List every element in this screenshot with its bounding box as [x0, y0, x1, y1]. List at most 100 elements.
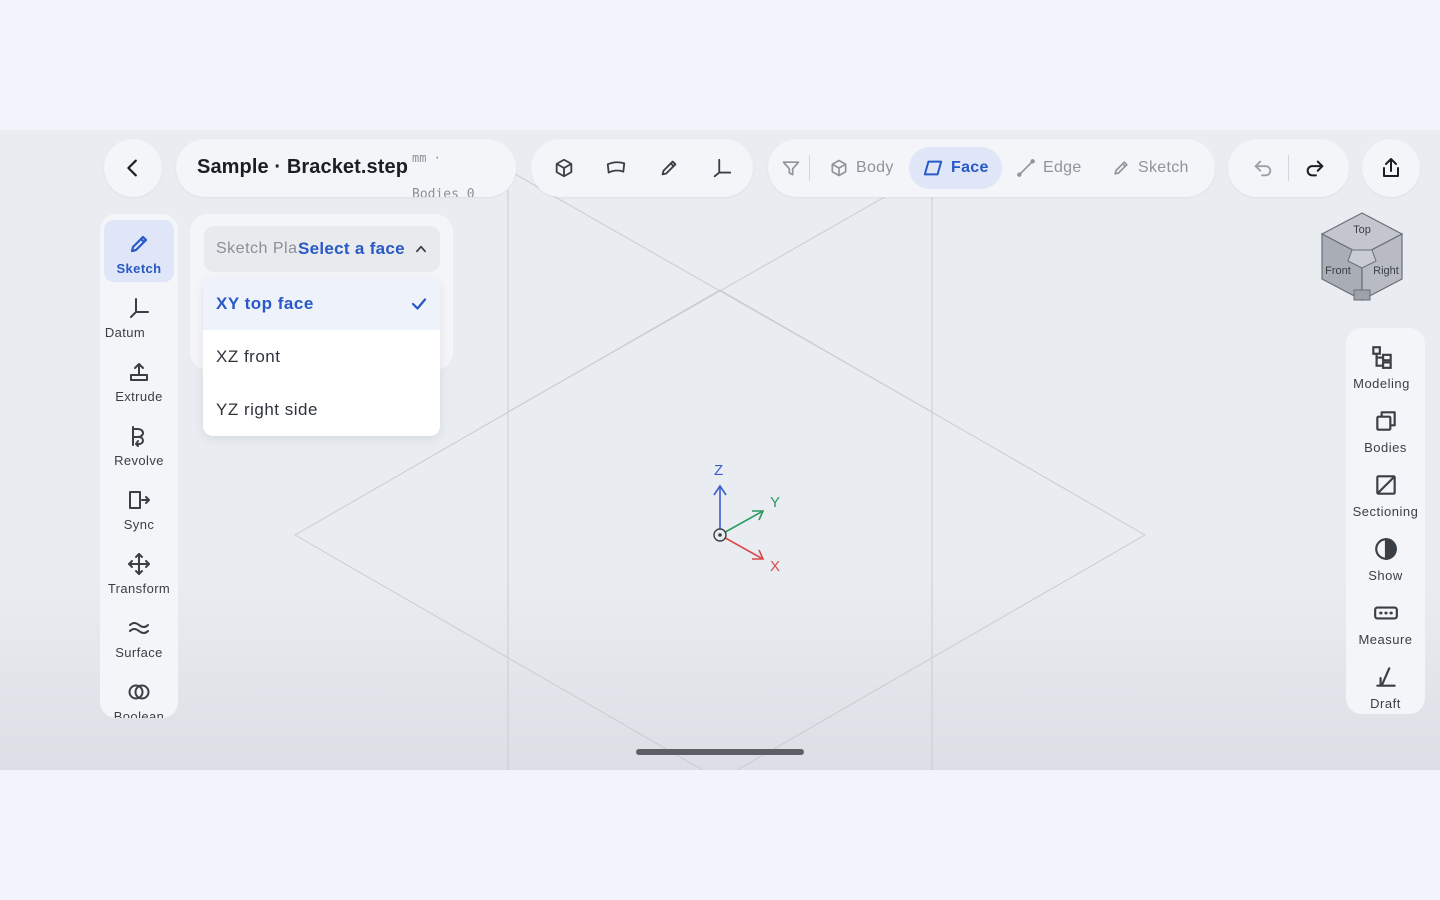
cube-icon: [555, 158, 573, 178]
axis-triad: Z Y X: [713, 462, 780, 575]
panel-draft[interactable]: Draft: [1346, 664, 1425, 726]
selection-filter-bar: Body Face Edge Sketch: [768, 139, 1215, 197]
tool-sketch[interactable]: Sketch: [104, 220, 174, 282]
filter-sketch-label: Sketch: [1138, 159, 1189, 176]
filter-edge[interactable]: Edge: [1003, 147, 1095, 189]
filter-button[interactable]: [776, 153, 806, 183]
chevron-left-icon: [127, 159, 137, 177]
boolean-icon: [128, 684, 150, 700]
ruler-icon: [1373, 606, 1398, 620]
filter-body-label: Body: [856, 159, 894, 176]
pencil-icon: [130, 235, 148, 253]
file-title: Sample · Bracket.step: [197, 156, 409, 178]
pencil-icon: [1114, 161, 1128, 175]
redo-icon: [1306, 160, 1324, 177]
unit-meta: mm ·: [412, 151, 441, 165]
chevron-up-icon: [416, 245, 426, 253]
cube-outline-icon: [831, 159, 847, 177]
undo-button[interactable]: [1248, 153, 1278, 183]
section-icon: [1375, 475, 1396, 495]
view-cube[interactable]: Top Front Right: [1316, 210, 1408, 302]
bodies-icon: [1375, 411, 1396, 431]
tool-extrude-label: Extrude: [115, 389, 163, 404]
half-circle-icon: [1374, 538, 1397, 560]
filter-body[interactable]: Body: [816, 147, 907, 189]
share-button[interactable]: [1362, 139, 1420, 197]
surface-icon: [129, 622, 149, 634]
surface-view-button[interactable]: [601, 153, 631, 183]
filter-face[interactable]: Face: [909, 147, 1002, 189]
undo-icon: [1254, 160, 1272, 177]
view-cube-right-label: Right: [1373, 265, 1399, 277]
surface-sheet-icon: [606, 161, 626, 174]
bodies-count: Bodies 0: [412, 187, 475, 197]
move-icon: [128, 553, 150, 575]
option-label: XY top face: [216, 294, 314, 313]
sync-icon: [129, 491, 150, 509]
axis-x-line: [719, 534, 764, 560]
datum-view-button[interactable]: [707, 153, 737, 183]
share-icon: [1383, 158, 1399, 177]
tool-sync-label: Sync: [123, 517, 155, 532]
sketch-plane-dropdown: XY top face XZ front YZ right side: [203, 278, 440, 436]
panel-bodies[interactable]: Bodies: [1346, 408, 1425, 470]
extrude-icon: [130, 363, 148, 381]
panel-draft-label: Draft: [1370, 696, 1401, 711]
datum-axes-icon: [130, 298, 149, 318]
tool-surface[interactable]: Surface: [104, 604, 174, 666]
option-label: YZ right side: [216, 400, 318, 419]
tool-datum[interactable]: Datum: [104, 284, 174, 346]
tool-transform-label: Transform: [107, 581, 171, 596]
back-button[interactable]: [104, 139, 162, 197]
tool-revolve[interactable]: Revolve: [104, 412, 174, 474]
datum-axes-icon: [713, 158, 732, 178]
axis-z-label: Z: [714, 462, 723, 479]
edge-line-icon: [1017, 159, 1035, 177]
axis-x-label: X: [770, 558, 780, 575]
solid-view-button[interactable]: [549, 153, 579, 183]
left-toolbar: Sketch Datum Extrude Revolve Sync Transf…: [100, 214, 178, 718]
filter-face-label: Face: [951, 159, 989, 176]
option-yz-right-side[interactable]: YZ right side: [203, 384, 440, 436]
axis-y-line: [719, 510, 764, 536]
home-indicator[interactable]: [636, 749, 804, 755]
view-cube-top-label: Top: [1353, 224, 1371, 236]
tool-datum-label: Datum: [104, 325, 146, 340]
option-xy-top-face[interactable]: XY top face: [203, 278, 440, 330]
tool-transform[interactable]: Transform: [104, 540, 174, 602]
sketch-plane-value: Select a face: [298, 239, 405, 259]
axis-y-label: Y: [770, 494, 780, 511]
tool-revolve-label: Revolve: [114, 453, 164, 468]
face-parallelogram-icon: [923, 160, 943, 176]
view-cube-front-label: Front: [1325, 265, 1351, 277]
panel-sectioning[interactable]: Sectioning: [1346, 472, 1425, 534]
filter-edge-label: Edge: [1043, 159, 1082, 176]
filter-sketch[interactable]: Sketch: [1098, 147, 1202, 189]
sketch-view-button[interactable]: [654, 153, 684, 183]
pencil-icon: [661, 160, 677, 176]
panel-measure-label: Measure: [1358, 632, 1413, 647]
modeling-tree-icon: [1371, 346, 1392, 369]
panel-modeling[interactable]: Modeling: [1342, 344, 1421, 406]
tool-boolean-label: Boolean: [113, 709, 165, 718]
revolve-icon: [132, 426, 144, 447]
tool-sketch-label: Sketch: [116, 261, 162, 276]
tool-surface-label: Surface: [115, 645, 163, 660]
panel-show[interactable]: Show: [1346, 536, 1425, 598]
sketch-plane-select[interactable]: Sketch Plane Select a face: [204, 226, 440, 272]
option-xz-front[interactable]: XZ front: [203, 331, 440, 383]
cad-app: Z Y X Sample · Bracket.step mm · Bodies …: [0, 130, 1440, 770]
panel-modeling-label: Modeling: [1353, 376, 1410, 391]
tool-sync[interactable]: Sync: [104, 476, 174, 538]
history-bar: [1228, 139, 1349, 197]
panel-sectioning-label: Sectioning: [1352, 504, 1419, 519]
funnel-icon: [782, 161, 800, 176]
document-title-bar: Sample · Bracket.step mm · Bodies 0: [176, 139, 516, 197]
checkmark-icon: [411, 298, 427, 310]
option-label: XZ front: [216, 347, 281, 366]
tool-boolean[interactable]: Boolean: [104, 668, 174, 718]
panel-measure[interactable]: Measure: [1346, 600, 1425, 662]
tool-extrude[interactable]: Extrude: [104, 348, 174, 410]
panel-bodies-label: Bodies: [1364, 440, 1407, 455]
redo-button[interactable]: [1300, 153, 1330, 183]
